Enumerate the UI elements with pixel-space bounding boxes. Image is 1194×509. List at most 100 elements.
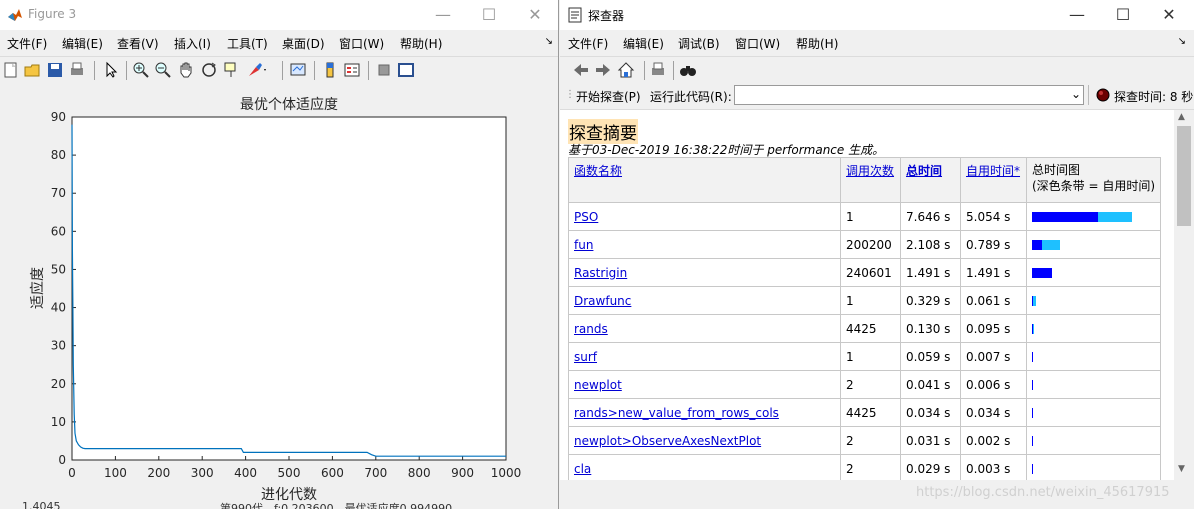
function-link[interactable]: PSO xyxy=(574,210,598,224)
menu-view[interactable]: 查看(V) xyxy=(117,35,159,52)
menu-file[interactable]: 文件(F) xyxy=(7,35,47,52)
legend-icon[interactable] xyxy=(343,61,361,79)
maximize-button[interactable]: ☐ xyxy=(466,0,512,30)
maximize-button[interactable]: ☐ xyxy=(1100,0,1146,30)
scroll-up-icon[interactable]: ▲ xyxy=(1178,112,1185,122)
print-icon[interactable] xyxy=(649,61,667,79)
self-time-bar xyxy=(1032,239,1042,250)
table-row: rands 4425 0.130 s 0.095 s xyxy=(568,314,1161,343)
menu-help[interactable]: 帮助(H) xyxy=(400,35,442,52)
minimize-button[interactable]: — xyxy=(420,0,466,30)
back-arrow-icon[interactable] xyxy=(572,61,590,79)
figure-window: Figure 3 — ☐ ✕ 文件(F) 编辑(E) 查看(V) 插入(I) 工… xyxy=(0,0,559,509)
column-calls[interactable]: 调用次数 xyxy=(846,164,894,178)
cell-calls: 200200 xyxy=(840,230,901,259)
link-plot-icon[interactable] xyxy=(289,61,307,79)
close-button[interactable]: ✕ xyxy=(512,0,558,30)
function-link[interactable]: rands xyxy=(574,322,608,336)
self-time-bar xyxy=(1032,407,1033,418)
self-time-bar xyxy=(1032,211,1098,222)
run-code-input[interactable] xyxy=(734,85,1084,105)
print-icon[interactable] xyxy=(68,61,86,79)
find-binoculars-icon[interactable] xyxy=(679,61,697,79)
open-file-icon[interactable] xyxy=(24,61,42,79)
colorbar-icon[interactable] xyxy=(321,61,339,79)
x-tick-label: 400 xyxy=(234,466,257,480)
column-total-time[interactable]: 总时间 xyxy=(906,164,942,178)
y-tick-label: 60 xyxy=(51,224,66,238)
function-link[interactable]: rands>new_value_from_rows_cols xyxy=(574,406,779,420)
function-link[interactable]: newplot>ObserveAxesNextPlot xyxy=(574,434,761,448)
menu-window[interactable]: 窗口(W) xyxy=(735,35,780,52)
column-function-name[interactable]: 函数名称 xyxy=(574,164,622,178)
self-time-bar xyxy=(1032,379,1033,390)
column-self-time[interactable]: 自用时间* xyxy=(966,164,1020,178)
scrollbar-thumb[interactable] xyxy=(1177,126,1191,226)
cell-time-bar xyxy=(1026,230,1161,259)
pan-hand-icon[interactable] xyxy=(177,61,195,79)
data-cursor-icon[interactable] xyxy=(223,61,241,79)
figure-menubar: 文件(F) 编辑(E) 查看(V) 插入(I) 工具(T) 桌面(D) 窗口(W… xyxy=(0,30,558,54)
new-figure-icon[interactable] xyxy=(2,61,20,79)
y-axis-label: 适应度 xyxy=(29,267,46,309)
minimize-button[interactable]: — xyxy=(1054,0,1100,30)
show-plot-tools-icon[interactable] xyxy=(397,61,415,79)
home-icon[interactable] xyxy=(617,61,635,79)
menu-edit[interactable]: 编辑(E) xyxy=(62,35,103,52)
zoom-in-icon[interactable] xyxy=(132,61,150,79)
time-bar xyxy=(1032,211,1160,222)
figure-toolbar xyxy=(0,56,558,86)
menu-tools[interactable]: 工具(T) xyxy=(227,35,268,52)
cell-time-bar xyxy=(1026,202,1161,231)
brush-icon[interactable] xyxy=(246,61,268,79)
start-profiling-button[interactable]: 开始探查(P) xyxy=(576,88,641,105)
scroll-down-icon[interactable]: ▼ xyxy=(1178,464,1185,474)
hide-plot-tools-icon[interactable] xyxy=(375,61,393,79)
time-plot-header-line1: 总时间图 xyxy=(1032,163,1081,177)
self-time-bar xyxy=(1032,435,1033,446)
forward-arrow-icon[interactable] xyxy=(594,61,612,79)
time-bar xyxy=(1032,351,1160,362)
pointer-icon[interactable] xyxy=(102,61,120,79)
menu-desktop[interactable]: 桌面(D) xyxy=(282,35,325,52)
function-link[interactable]: Drawfunc xyxy=(574,294,631,308)
child-time-bar xyxy=(1033,295,1036,306)
menu-edit[interactable]: 编辑(E) xyxy=(623,35,664,52)
zoom-out-icon[interactable] xyxy=(154,61,172,79)
function-link[interactable]: fun xyxy=(574,238,593,252)
y-tick-label: 0 xyxy=(58,453,66,467)
function-link[interactable]: surf xyxy=(574,350,597,364)
watermark-text: https://blog.csdn.net/weixin_45617915 xyxy=(916,485,1170,500)
function-link[interactable]: newplot xyxy=(574,378,622,392)
rotate-3d-icon[interactable] xyxy=(200,61,218,79)
cell-total-time: 0.031 s xyxy=(900,426,961,455)
cell-calls: 4425 xyxy=(840,314,901,343)
chevron-down-icon[interactable]: ⌄ xyxy=(1071,87,1081,101)
time-plot-header-line2: (深色条带 = 自用时间) xyxy=(1032,179,1156,193)
y-tick-label: 90 xyxy=(51,110,66,124)
dock-icon[interactable]: ↘ xyxy=(545,36,553,47)
function-link[interactable]: cla xyxy=(574,462,591,476)
x-tick-label: 900 xyxy=(451,466,474,480)
cell-time-bar xyxy=(1026,314,1161,343)
separator xyxy=(1088,85,1089,105)
time-bar xyxy=(1032,323,1160,334)
y-tick-label: 20 xyxy=(51,377,66,391)
save-icon[interactable] xyxy=(46,61,64,79)
close-button[interactable]: ✕ xyxy=(1146,0,1192,30)
menu-help[interactable]: 帮助(H) xyxy=(796,35,838,52)
menu-insert[interactable]: 插入(I) xyxy=(174,35,211,52)
toolbar-separator xyxy=(94,61,95,80)
dock-icon[interactable]: ↘ xyxy=(1178,36,1186,47)
run-code-label: 运行此代码(R): xyxy=(650,90,732,104)
menu-file[interactable]: 文件(F) xyxy=(568,35,608,52)
report-vertical-scrollbar[interactable]: ▲ ▼ xyxy=(1174,110,1194,480)
cell-self-time: 0.789 s xyxy=(960,230,1027,259)
menu-window[interactable]: 窗口(W) xyxy=(339,35,384,52)
cell-function-name: rands>new_value_from_rows_cols xyxy=(568,398,841,427)
function-link[interactable]: Rastrigin xyxy=(574,266,627,280)
cell-function-name: Rastrigin xyxy=(568,258,841,287)
cell-function-name: newplot xyxy=(568,370,841,399)
menu-debug[interactable]: 调试(B) xyxy=(678,35,720,52)
cell-total-time: 7.646 s xyxy=(900,202,961,231)
